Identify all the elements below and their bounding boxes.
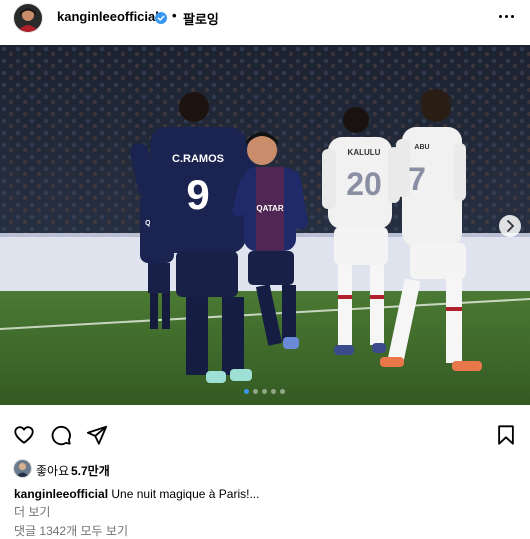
carousel-dot	[244, 389, 249, 394]
carousel-dot	[271, 389, 276, 394]
post-header: kanginleeofficial • 팔로잉	[0, 0, 530, 44]
jersey-number-abu: 7	[408, 161, 426, 197]
jersey-name-ramos: C.RAMOS	[172, 153, 224, 165]
carousel-dot	[262, 389, 267, 394]
jersey-name-kalulu: KALULU	[348, 148, 381, 157]
sponsor-text-center: QATAR	[256, 204, 283, 213]
following-button[interactable]: 팔로잉	[183, 9, 219, 28]
likes-count[interactable]: 5.7만개	[71, 462, 110, 479]
bookmark-icon[interactable]	[495, 424, 517, 446]
jersey-name-abu: ABU	[414, 144, 429, 151]
more-options-icon[interactable]	[497, 8, 517, 24]
view-all-comments-link[interactable]: 댓글 1342개 모두 보기	[14, 522, 128, 539]
chevron-right-icon[interactable]	[499, 215, 521, 237]
jersey-number-kalulu: 20	[346, 166, 382, 202]
caption: kanginleeofficial Une nuit magique à Par…	[14, 487, 259, 501]
profile-avatar[interactable]	[14, 4, 42, 32]
post-photo[interactable]: QATAR C.RAMOS 9 QATAR	[0, 45, 530, 405]
caption-username[interactable]: kanginleeofficial	[14, 487, 108, 501]
comment-icon[interactable]	[50, 424, 72, 446]
liker-avatar	[14, 460, 31, 477]
caption-text: Une nuit magique à Paris!...	[111, 487, 260, 501]
carousel-dot	[253, 389, 258, 394]
send-icon[interactable]	[86, 424, 108, 446]
verified-badge-icon	[155, 11, 167, 24]
header-separator: •	[172, 8, 177, 23]
username[interactable]: kanginleeofficial	[57, 9, 159, 24]
jersey-number-ramos: 9	[186, 171, 209, 218]
more-link[interactable]: 더 보기	[14, 503, 50, 520]
likes-label: 좋아요	[36, 464, 70, 478]
heart-icon[interactable]	[13, 424, 35, 446]
carousel-dot	[280, 389, 285, 394]
